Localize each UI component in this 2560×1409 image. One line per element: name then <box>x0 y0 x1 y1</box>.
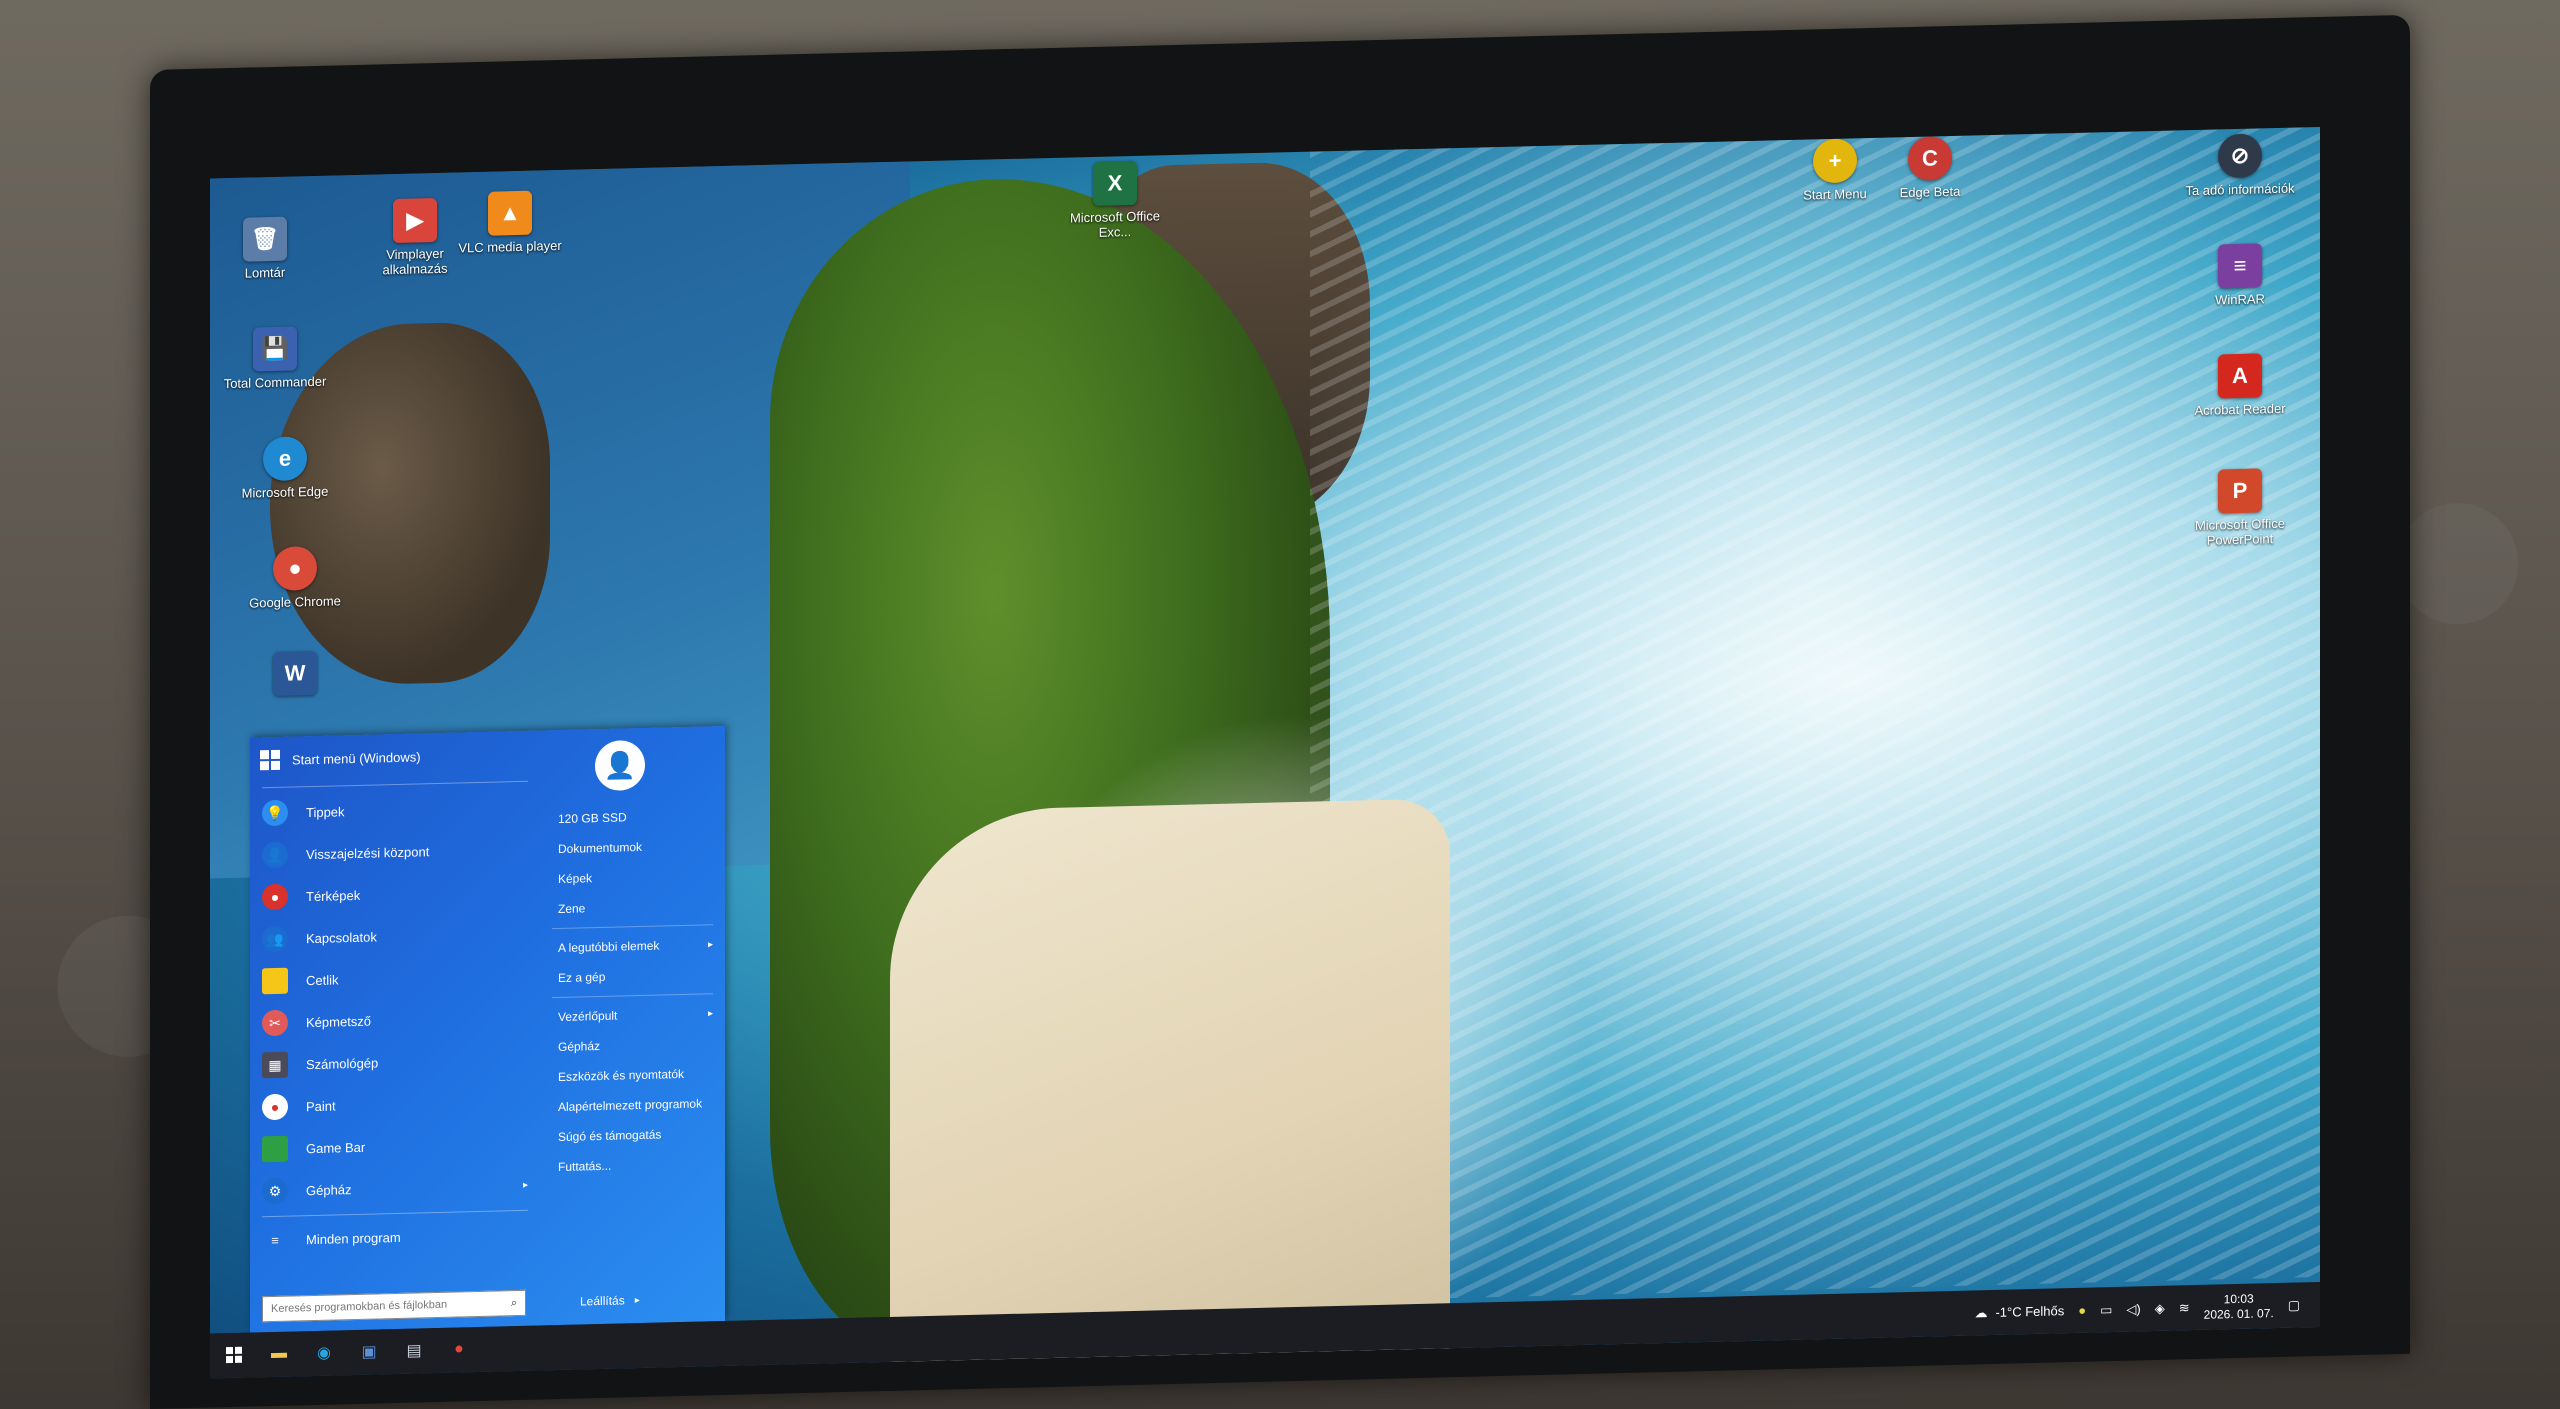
volume-icon[interactable]: ◁) <box>2126 1301 2140 1317</box>
map-pin-icon: ● <box>262 883 288 911</box>
chevron-right-icon: ▸ <box>707 938 713 950</box>
system-tray: ☁ -1°C Felhős ● ▭ ◁) ◈ ≋ 10:03 2026. 01.… <box>1974 1282 2300 1335</box>
desktop-icon-total-commander[interactable]: 💾 Total Commander <box>220 326 330 392</box>
recycle-bin-icon: 🗑 <box>243 216 287 262</box>
chrome-icon: ● <box>273 545 317 591</box>
start-right-help[interactable]: Súgó és támogatás <box>540 1118 725 1153</box>
start-item-sticky-notes[interactable]: Cetlik <box>250 953 540 1002</box>
start-item-maps[interactable]: ● Térképek <box>250 869 540 918</box>
windows-logo-icon <box>260 749 280 771</box>
start-right-devices-printers[interactable]: Eszközök és nyomtatók <box>540 1058 725 1093</box>
start-right-settings[interactable]: Gépház <box>540 1028 725 1063</box>
desktop-icon-recycle-bin[interactable]: 🗑 Lomtár <box>210 216 320 282</box>
monitor-bezel: 🗑 Lomtár 💾 Total Commander e Microsoft E… <box>150 14 2410 1409</box>
start-item-settings[interactable]: ⚙ Gépház ▸ <box>250 1163 540 1212</box>
sticky-note-icon <box>262 967 288 995</box>
desktop-icon-acrobat[interactable]: A Acrobat Reader <box>2185 353 2295 419</box>
start-right-default-programs[interactable]: Alapértelmezett programok <box>540 1088 725 1123</box>
start-menu-left-pane: Start menü (Windows) 💡 Tippek 👤 Visszaje… <box>250 730 540 1332</box>
store-icon[interactable]: ▤ <box>400 1336 428 1365</box>
pdf-icon: A <box>2218 353 2262 399</box>
play-icon: ▶ <box>393 197 437 244</box>
excel-icon: X <box>1093 160 1137 206</box>
desktop-icon-tax-info[interactable]: ⊘ Ta adó információk <box>2185 133 2295 199</box>
gamebar-icon <box>262 1135 288 1163</box>
desktop-icon-edge[interactable]: e Microsoft Edge <box>230 435 340 501</box>
clock[interactable]: 10:03 2026. 01. 07. <box>2204 1291 2274 1323</box>
feedback-icon: 👤 <box>262 841 288 869</box>
floppy-disk-icon: 💾 <box>253 326 297 372</box>
snip-icon: ✂ <box>262 1009 288 1037</box>
edge-icon: e <box>263 436 307 482</box>
network-icon[interactable]: ▭ <box>2100 1302 2112 1318</box>
chevron-right-icon: ▸ <box>634 1294 640 1306</box>
divider <box>552 924 713 930</box>
paint-palette-icon: ● <box>262 1093 288 1121</box>
shutdown-button[interactable]: Leállítás ▸ <box>580 1287 640 1314</box>
chevron-right-icon: ▸ <box>522 1179 528 1191</box>
gear-icon: ⚙ <box>262 1177 288 1205</box>
user-avatar[interactable]: 👤 <box>595 739 645 792</box>
desktop-icon-vimplayer[interactable]: ▶ Vimplayer alkalmazás <box>360 197 470 278</box>
start-menu: Start menü (Windows) 💡 Tippek 👤 Visszaje… <box>250 725 725 1333</box>
start-right-recent[interactable]: A legutóbbi elemek ▸ <box>540 929 725 964</box>
start-item-paint[interactable]: ● Paint <box>250 1079 540 1128</box>
start-item-tippek[interactable]: 💡 Tippek <box>250 785 540 834</box>
info-disc-icon: ⊘ <box>2218 133 2262 179</box>
weather-widget[interactable]: ☁ -1°C Felhős <box>1974 1303 2064 1321</box>
start-item-snipping[interactable]: ✂ Képmetsző <box>250 995 540 1044</box>
start-right-ssd[interactable]: 120 GB SSD <box>540 800 725 835</box>
desktop-icon-start-menu[interactable]: + Start Menu <box>1780 137 1890 203</box>
edge-icon[interactable]: ◉ <box>310 1338 338 1367</box>
people-icon: 👥 <box>262 925 288 953</box>
desktop-icon-vlc[interactable]: ▲ VLC media player <box>455 190 565 256</box>
vlc-cone-icon: ▲ <box>488 190 532 236</box>
cloud-icon: ☁ <box>1974 1304 1988 1320</box>
wallpaper-beach <box>890 798 1450 1372</box>
windows-logo-icon <box>226 1346 242 1364</box>
start-item-contacts[interactable]: 👥 Kapcsolatok <box>250 911 540 960</box>
notification-icon[interactable]: ▢ <box>2288 1297 2300 1313</box>
desktop-icon-word[interactable]: W <box>240 650 350 701</box>
all-programs-button[interactable]: ≡ Minden program <box>250 1214 540 1259</box>
start-right-documents[interactable]: Dokumentumok <box>540 830 725 865</box>
word-icon: W <box>273 650 317 696</box>
list-icon: ≡ <box>271 1232 279 1248</box>
desktop-icon-winrar[interactable]: ≡ WinRAR <box>2185 243 2295 309</box>
status-dot-icon[interactable]: ● <box>2078 1303 2086 1318</box>
file-explorer-icon[interactable]: ▬ <box>265 1340 293 1369</box>
edge-beta-icon: C <box>1908 135 1952 182</box>
chrome-icon[interactable]: ● <box>445 1335 473 1364</box>
start-item-feedback[interactable]: 👤 Visszajelzési központ <box>250 827 540 876</box>
desktop-icon-chrome[interactable]: ● Google Chrome <box>240 545 350 611</box>
start-right-pictures[interactable]: Képek <box>540 860 725 895</box>
security-icon[interactable]: ◈ <box>2155 1300 2165 1316</box>
start-button[interactable] <box>220 1341 248 1370</box>
powerpoint-icon: P <box>2218 468 2262 514</box>
calculator-icon: ▦ <box>262 1051 288 1079</box>
start-right-control-panel[interactable]: Vezérlőpult ▸ <box>540 998 725 1033</box>
winrar-icon: ≡ <box>2218 243 2262 289</box>
start-menu-header[interactable]: Start menü (Windows) <box>250 730 540 783</box>
save-icon[interactable]: ▣ <box>355 1337 383 1366</box>
desktop-icon-powerpoint[interactable]: P Microsoft Office PowerPoint <box>2185 468 2295 549</box>
chevron-right-icon: ▸ <box>707 1007 713 1019</box>
user-icon: 👤 <box>603 749 637 781</box>
desktop-screen: 🗑 Lomtár 💾 Total Commander e Microsoft E… <box>210 126 2320 1379</box>
start-right-run[interactable]: Futtatás... <box>540 1148 725 1183</box>
start-right-this-pc[interactable]: Ez a gép <box>540 959 725 994</box>
divider <box>552 993 713 999</box>
start-item-game-bar[interactable]: Game Bar <box>250 1121 540 1170</box>
search-icon: ⌕ <box>510 1296 517 1309</box>
desktop-icon-excel[interactable]: X Microsoft Office Exc... <box>1060 160 1170 241</box>
language-icon[interactable]: ≋ <box>2179 1300 2190 1316</box>
plus-icon: + <box>1813 138 1857 184</box>
start-search-input[interactable]: Keresés programokban és fájlokban ⌕ <box>262 1289 526 1323</box>
start-menu-right-pane: 👤 120 GB SSD Dokumentumok Képek Zene A l… <box>540 726 725 1326</box>
start-item-calculator[interactable]: ▦ Számológép <box>250 1037 540 1086</box>
desktop-icon-edge-beta[interactable]: C Edge Beta <box>1875 135 1985 201</box>
lightbulb-icon: 💡 <box>262 799 288 827</box>
start-right-music[interactable]: Zene <box>540 890 725 925</box>
